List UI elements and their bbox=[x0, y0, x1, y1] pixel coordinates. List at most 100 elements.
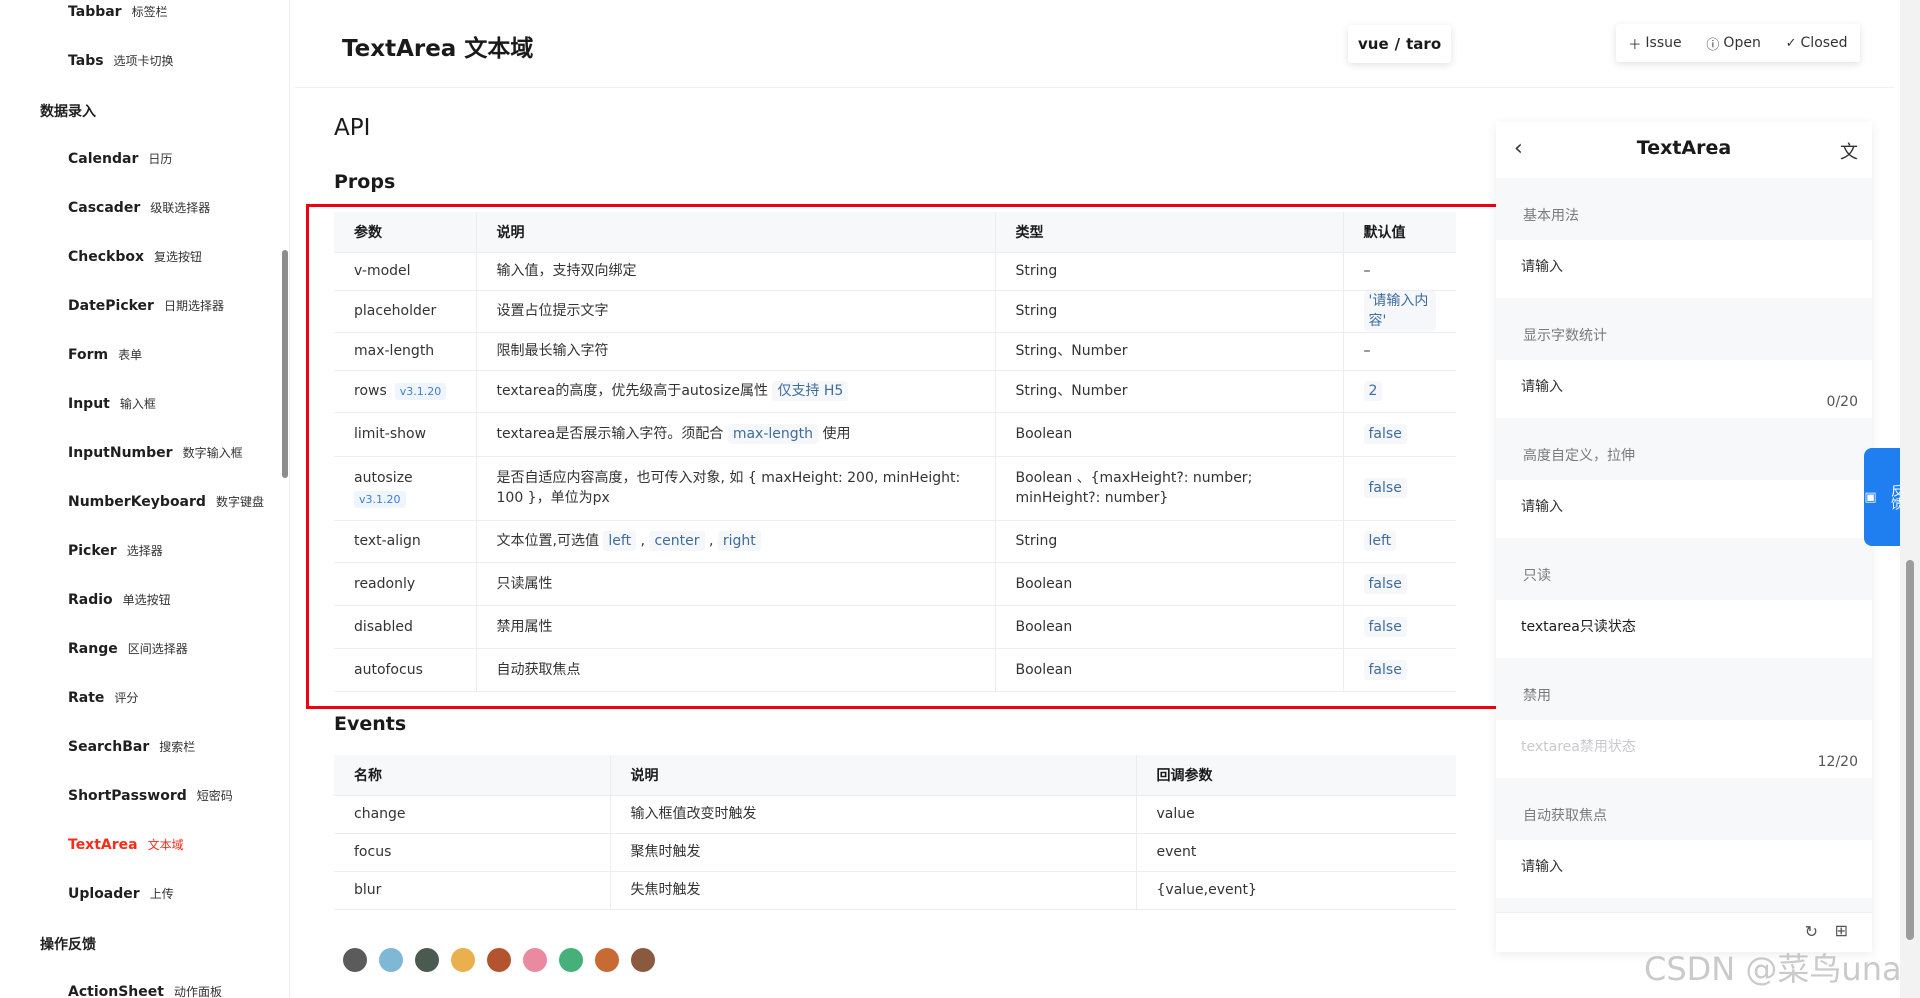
check-icon: ✓ bbox=[1785, 35, 1797, 51]
sidebar-item-label: Form bbox=[68, 347, 109, 363]
avatar[interactable] bbox=[631, 948, 655, 972]
sidebar-item-sublabel: 标签栏 bbox=[131, 5, 168, 19]
textarea-field[interactable]: 请输入 bbox=[1496, 240, 1872, 298]
sidebar-item-sublabel: 表单 bbox=[118, 348, 143, 362]
grid-icon[interactable]: ⊞ bbox=[1835, 921, 1848, 940]
open-label: Open bbox=[1723, 35, 1761, 51]
sidebar-item-label: Range bbox=[68, 641, 118, 657]
issue-box: ＋ Issue ⓘ Open ✓ Closed bbox=[1616, 24, 1860, 62]
feedback-tab[interactable]: 反馈 ▣ bbox=[1863, 448, 1904, 546]
textarea-field[interactable]: 请输入 0/20 bbox=[1496, 360, 1872, 418]
sidebar-scrollbar[interactable] bbox=[282, 250, 288, 478]
sidebar-item-shortpassword[interactable]: ShortPassword 短密码 bbox=[68, 787, 233, 804]
avatar[interactable] bbox=[415, 948, 439, 972]
switch-separator: / bbox=[1394, 35, 1401, 53]
sidebar-item-label: SearchBar bbox=[68, 739, 150, 755]
sidebar-item-checkbox[interactable]: Checkbox 复选按钮 bbox=[68, 248, 202, 265]
table-row: blur 失焦时触发 {value,event} bbox=[334, 871, 1456, 910]
avatar[interactable] bbox=[487, 948, 511, 972]
textarea-field[interactable]: 请输入 bbox=[1496, 480, 1872, 538]
page-scrollbar-thumb[interactable] bbox=[1906, 560, 1914, 940]
sidebar-item-calendar[interactable]: Calendar 日历 bbox=[68, 150, 172, 167]
sidebar-item-textarea[interactable]: TextArea 文本域 bbox=[68, 836, 184, 853]
sidebar-item-label: Radio bbox=[68, 592, 113, 608]
textarea-field: textarea禁用状态 12/20 bbox=[1496, 720, 1872, 778]
events-table: 名称 说明 回调参数 change 输入框值改变时触发 value focus 聚焦时触发 e… bbox=[334, 755, 1456, 910]
closed-label: Closed bbox=[1800, 35, 1848, 51]
preview-section-title: 显示字数统计 bbox=[1523, 328, 1607, 344]
page-header: TextArea 文本域 vue / taro ＋ Issue ⓘ Open ✓ Cl… bbox=[294, 0, 1894, 88]
sidebar-item-range[interactable]: Range 区间选择器 bbox=[68, 640, 188, 657]
avatar[interactable] bbox=[523, 948, 547, 972]
chat-icon: ▣ bbox=[1863, 489, 1878, 505]
events-column-header: 说明 bbox=[609, 755, 1136, 796]
translate-icon[interactable]: 文 bbox=[1840, 138, 1858, 164]
sidebar-group-title: 数据录入 bbox=[40, 104, 96, 120]
info-circle-icon: ⓘ bbox=[1706, 37, 1720, 53]
sidebar-item-sublabel: 单选按钮 bbox=[122, 593, 171, 607]
sidebar-item-actionsheet[interactable]: ActionSheet 动作面板 bbox=[68, 983, 222, 998]
page-title: TextArea 文本域 bbox=[342, 36, 534, 62]
sidebar-item-sublabel: 输入框 bbox=[119, 397, 156, 411]
sidebar-item-searchbar[interactable]: SearchBar 搜索栏 bbox=[68, 738, 195, 755]
avatar[interactable] bbox=[559, 948, 583, 972]
sidebar-item-label: Picker bbox=[68, 543, 117, 559]
sidebar-item-label: ActionSheet bbox=[68, 984, 164, 998]
textarea-value: 请输入 bbox=[1521, 259, 1563, 275]
sidebar-item-sublabel: 搜索栏 bbox=[159, 740, 196, 754]
event-cell: change bbox=[334, 795, 610, 834]
preview-section-title: 高度自定义，拉伸 bbox=[1523, 448, 1635, 464]
sidebar-item-label: DatePicker bbox=[68, 298, 154, 314]
events-column-header: 名称 bbox=[334, 755, 610, 796]
event-cell: 失焦时触发 bbox=[609, 871, 1136, 910]
mobile-preview: ‹ TextArea 文 基本用法 请输入 显示字数统计 请输入 0/20 高度自定义，拉… bbox=[1496, 122, 1872, 952]
sidebar-item-sublabel: 上传 bbox=[149, 887, 174, 901]
open-button[interactable]: ⓘ Open bbox=[1706, 34, 1760, 53]
framework-switch[interactable]: vue / taro bbox=[1348, 25, 1452, 63]
sidebar-item-form[interactable]: Form 表单 bbox=[68, 346, 142, 363]
textarea-field[interactable]: 请输入 bbox=[1496, 840, 1872, 898]
table-row: focus 聚焦时触发 event bbox=[334, 833, 1456, 872]
sidebar-item-inputnumber[interactable]: InputNumber 数字输入框 bbox=[68, 444, 243, 461]
textarea-field[interactable]: textarea只读状态 bbox=[1496, 600, 1872, 658]
sidebar-item-cascader[interactable]: Cascader 级联选择器 bbox=[68, 199, 210, 216]
sidebar-item-label: Rate bbox=[68, 690, 105, 706]
avatar[interactable] bbox=[451, 948, 475, 972]
sidebar-item-sublabel: 动作面板 bbox=[173, 985, 222, 998]
events-heading: Events bbox=[334, 713, 407, 735]
plus-icon: ＋ bbox=[1628, 37, 1642, 53]
sidebar-item-rate[interactable]: Rate 评分 bbox=[68, 689, 138, 706]
event-cell: blur bbox=[334, 871, 610, 910]
vue-option[interactable]: vue bbox=[1358, 35, 1389, 53]
sidebar-item-label: Input bbox=[68, 396, 110, 412]
props-heading: Props bbox=[334, 171, 396, 193]
sidebar-item-label: NumberKeyboard bbox=[68, 494, 206, 510]
sidebar-item-label: Uploader bbox=[68, 886, 140, 902]
sidebar-item-radio[interactable]: Radio 单选按钮 bbox=[68, 591, 171, 608]
sidebar-item-uploader[interactable]: Uploader 上传 bbox=[68, 885, 174, 902]
sidebar-item-sublabel: 复选按钮 bbox=[154, 250, 203, 264]
sidebar-item-datepicker[interactable]: DatePicker 日期选择器 bbox=[68, 297, 224, 314]
sidebar-item-input[interactable]: Input 输入框 bbox=[68, 395, 156, 412]
sidebar-item-picker[interactable]: Picker 选择器 bbox=[68, 542, 163, 559]
closed-button[interactable]: ✓ Closed bbox=[1786, 35, 1848, 51]
sidebar-item-tabs[interactable]: Tabs 选项卡切换 bbox=[68, 52, 174, 69]
issue-label: Issue bbox=[1645, 35, 1682, 51]
sidebar-item-tabbar[interactable]: Tabbar 标签栏 bbox=[68, 3, 168, 20]
sidebar-item-numberkeyboard[interactable]: NumberKeyboard 数字键盘 bbox=[68, 493, 264, 510]
refresh-icon[interactable]: ↻ bbox=[1805, 922, 1818, 941]
textarea-value: textarea禁用状态 bbox=[1521, 739, 1636, 755]
avatar[interactable] bbox=[343, 948, 367, 972]
avatar[interactable] bbox=[379, 948, 403, 972]
char-count: 12/20 bbox=[1817, 754, 1858, 770]
issue-button[interactable]: ＋ Issue bbox=[1628, 34, 1681, 53]
sidebar-item-label: Cascader bbox=[68, 200, 141, 216]
avatar[interactable] bbox=[595, 948, 619, 972]
sidebar-item-sublabel: 数字输入框 bbox=[182, 446, 243, 460]
event-cell: {value,event} bbox=[1135, 871, 1456, 910]
sidebar-item-sublabel: 短密码 bbox=[196, 789, 233, 803]
sidebar-item-label: TextArea bbox=[68, 837, 138, 853]
sidebar-item-label: Checkbox bbox=[68, 249, 145, 265]
taro-option[interactable]: taro bbox=[1406, 35, 1441, 53]
page-scrollbar[interactable] bbox=[1900, 0, 1920, 998]
